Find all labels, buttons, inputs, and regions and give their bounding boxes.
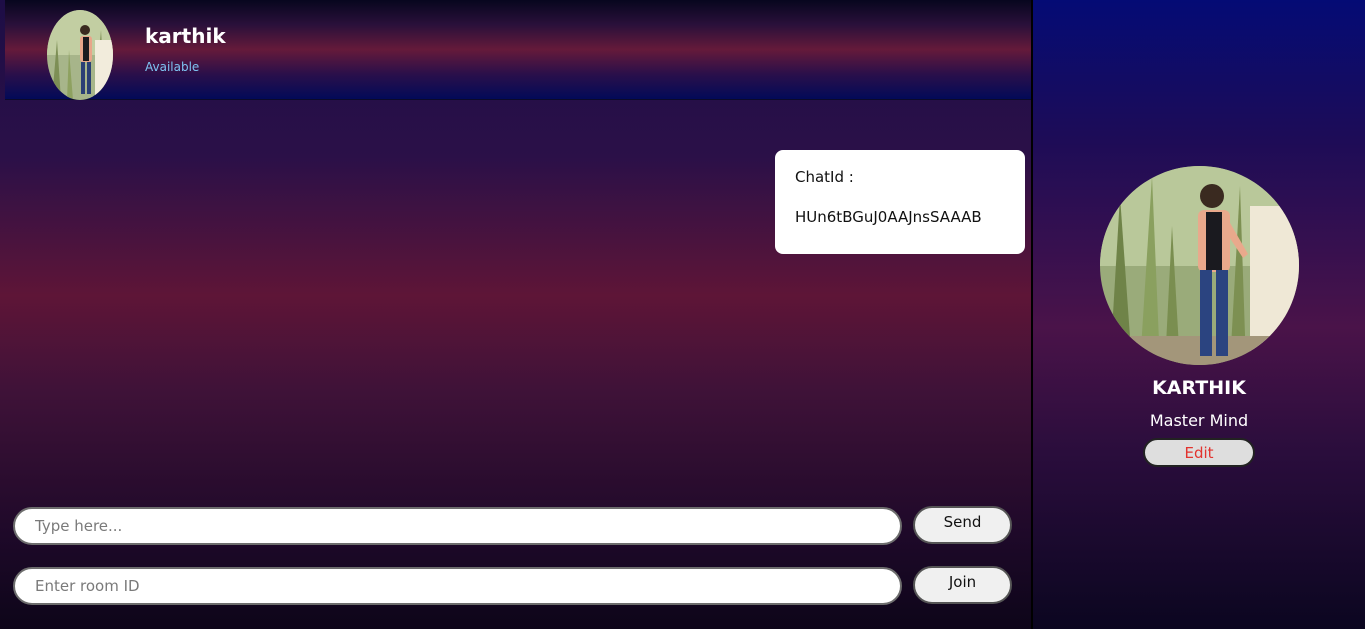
contact-avatar-photo	[47, 10, 113, 100]
message-input[interactable]	[13, 507, 902, 545]
profile-pane: KARTHIK Master Mind Edit	[1033, 0, 1365, 629]
join-button[interactable]: Join	[913, 566, 1012, 604]
message-bubble: ChatId : HUn6tBGuJ0AAJnsSAAAB	[775, 150, 1025, 254]
profile-avatar-photo	[1100, 166, 1299, 365]
chat-pane: karthik Available ChatId : HUn6tBGuJ0AAJ…	[0, 0, 1031, 629]
send-button[interactable]: Send	[913, 506, 1012, 544]
room-id-input[interactable]	[13, 567, 902, 605]
profile-name: KARTHIK	[1152, 377, 1246, 399]
edit-profile-button[interactable]: Edit	[1143, 438, 1255, 467]
contact-name: karthik	[145, 24, 226, 48]
contact-avatar[interactable]	[47, 10, 113, 100]
message-label: ChatId :	[795, 168, 854, 186]
profile-bio: Master Mind	[1149, 411, 1249, 430]
contact-status: Available	[145, 60, 200, 74]
chat-header: karthik Available	[5, 0, 1031, 100]
message-value: HUn6tBGuJ0AAJnsSAAAB	[795, 208, 982, 226]
profile-avatar	[1100, 166, 1299, 365]
